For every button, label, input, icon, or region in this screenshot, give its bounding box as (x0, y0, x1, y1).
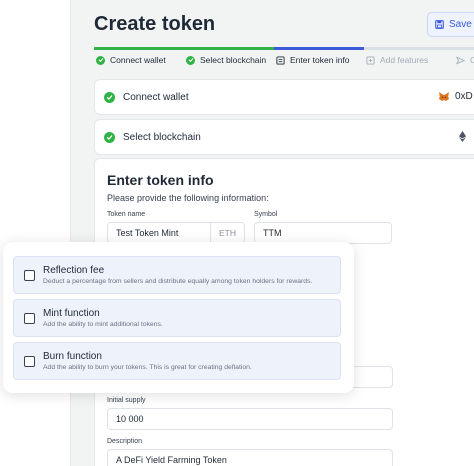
check-circle-icon (104, 131, 115, 143)
progress-segment-connect-wallet (94, 47, 184, 50)
check-circle-icon (186, 55, 195, 65)
wallet-address-text: 0xD (455, 91, 473, 102)
reflection-fee-checkbox[interactable] (24, 270, 35, 281)
step-label: C (470, 55, 474, 65)
step-select-blockchain[interactable]: Select blockchain (186, 55, 266, 65)
initial-supply-field[interactable]: 10 000 (107, 408, 393, 430)
symbol-label: Symbol (254, 211, 278, 218)
add-features-icon (366, 55, 375, 65)
symbol-value: TTM (263, 228, 282, 238)
feature-option-reflection-fee[interactable]: Reflection fee Deduct a percentage from … (13, 256, 341, 294)
initial-supply-label: Initial supply (107, 397, 146, 404)
progress-segment-add-features (364, 47, 474, 50)
ethereum-icon (459, 131, 466, 142)
feature-option-burn-function[interactable]: Burn function Add the ability to burn yo… (13, 342, 341, 380)
step-add-features[interactable]: Add features (366, 55, 428, 65)
token-name-suffix: ETH (210, 223, 244, 243)
step-enter-token-info[interactable]: Enter token info (276, 55, 350, 65)
feature-description: Add the ability to burn your tokens. Thi… (43, 364, 252, 371)
step-connect-wallet[interactable]: Connect wallet (96, 55, 166, 65)
feature-description: Add the ability to mint additional token… (43, 321, 163, 328)
progress-segment-select-blockchain (184, 47, 274, 50)
initial-supply-value: 10 000 (116, 414, 144, 424)
token-info-subheading: Please provide the following information… (107, 193, 269, 203)
burn-function-checkbox[interactable] (24, 356, 35, 367)
step-next[interactable]: C (456, 55, 474, 65)
token-name-value: Test Token Mint (116, 228, 179, 238)
token-name-label: Token name (107, 211, 146, 218)
save-icon (435, 20, 444, 29)
check-circle-icon (104, 91, 115, 103)
save-button[interactable]: Save & (427, 12, 474, 37)
description-field[interactable]: A DeFi Yield Farming Token (107, 449, 393, 466)
description-label: Description (107, 438, 143, 445)
description-value: A DeFi Yield Farming Token (116, 455, 227, 465)
step-label: Add features (380, 55, 429, 65)
send-icon (456, 55, 465, 65)
symbol-field[interactable]: TTM (254, 222, 392, 244)
list-icon (276, 55, 285, 65)
blockchain-selected (459, 131, 466, 142)
step-label: Connect wallet (110, 55, 166, 65)
progress-segment-enter-token-info (274, 47, 364, 50)
summary-label: Select blockchain (123, 131, 201, 143)
select-blockchain-summary[interactable]: Select blockchain (94, 119, 474, 155)
wallet-address: 0xD (438, 91, 473, 102)
save-button-label: Save & (449, 19, 474, 30)
connect-wallet-summary[interactable]: Connect wallet (94, 79, 474, 115)
page-title: Create token (94, 13, 216, 35)
token-info-heading: Enter token info (107, 172, 214, 188)
feature-title: Mint function (43, 308, 100, 319)
token-name-field[interactable]: Test Token Mint ETH (107, 222, 245, 244)
feature-option-mint-function[interactable]: Mint function Add the ability to mint ad… (13, 299, 341, 337)
check-circle-icon (96, 55, 105, 65)
step-label: Enter token info (290, 55, 350, 65)
feature-title: Reflection fee (43, 265, 105, 276)
feature-description: Deduct a percentage from sellers and dis… (43, 278, 313, 285)
metamask-fox-icon (439, 92, 449, 101)
feature-title: Burn function (43, 351, 102, 362)
step-label: Select blockchain (200, 55, 267, 65)
summary-label: Connect wallet (123, 91, 189, 103)
mint-function-checkbox[interactable] (24, 313, 35, 324)
